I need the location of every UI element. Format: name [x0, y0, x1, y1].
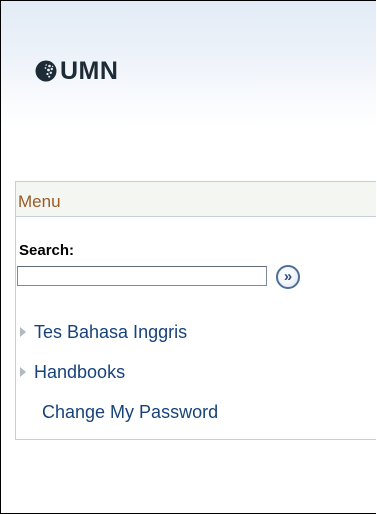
menu-panel: Menu Search: » Tes Bahasa Inggris Handbo…: [15, 181, 376, 440]
search-input[interactable]: [17, 266, 267, 286]
menu-item-label: Tes Bahasa Inggris: [34, 322, 188, 342]
expand-arrow-icon: [20, 367, 26, 377]
menu-item-change-my-password[interactable]: Change My Password: [16, 400, 218, 424]
menu-item-tes-bahasa-inggris[interactable]: Tes Bahasa Inggris: [16, 320, 187, 344]
menu-title-bar: Menu: [16, 182, 376, 217]
logo-text: UMN: [60, 57, 119, 85]
search-label: Search:: [19, 242, 75, 259]
menu-item-label: Handbooks: [34, 362, 126, 382]
header-banner: UMN: [1, 1, 376, 128]
menu-title: Menu: [18, 192, 61, 211]
umn-logo[interactable]: UMN: [35, 57, 118, 85]
page-frame: UMN Menu Search: » Tes Bahasa Inggris Ha…: [0, 0, 376, 514]
search-go-button[interactable]: »: [276, 265, 300, 289]
double-chevron-right-icon: »: [283, 268, 293, 285]
expand-arrow-icon: [20, 327, 26, 337]
menu-item-label: Change My Password: [42, 402, 219, 422]
menu-item-handbooks[interactable]: Handbooks: [16, 360, 125, 384]
globe-icon: [35, 60, 57, 82]
